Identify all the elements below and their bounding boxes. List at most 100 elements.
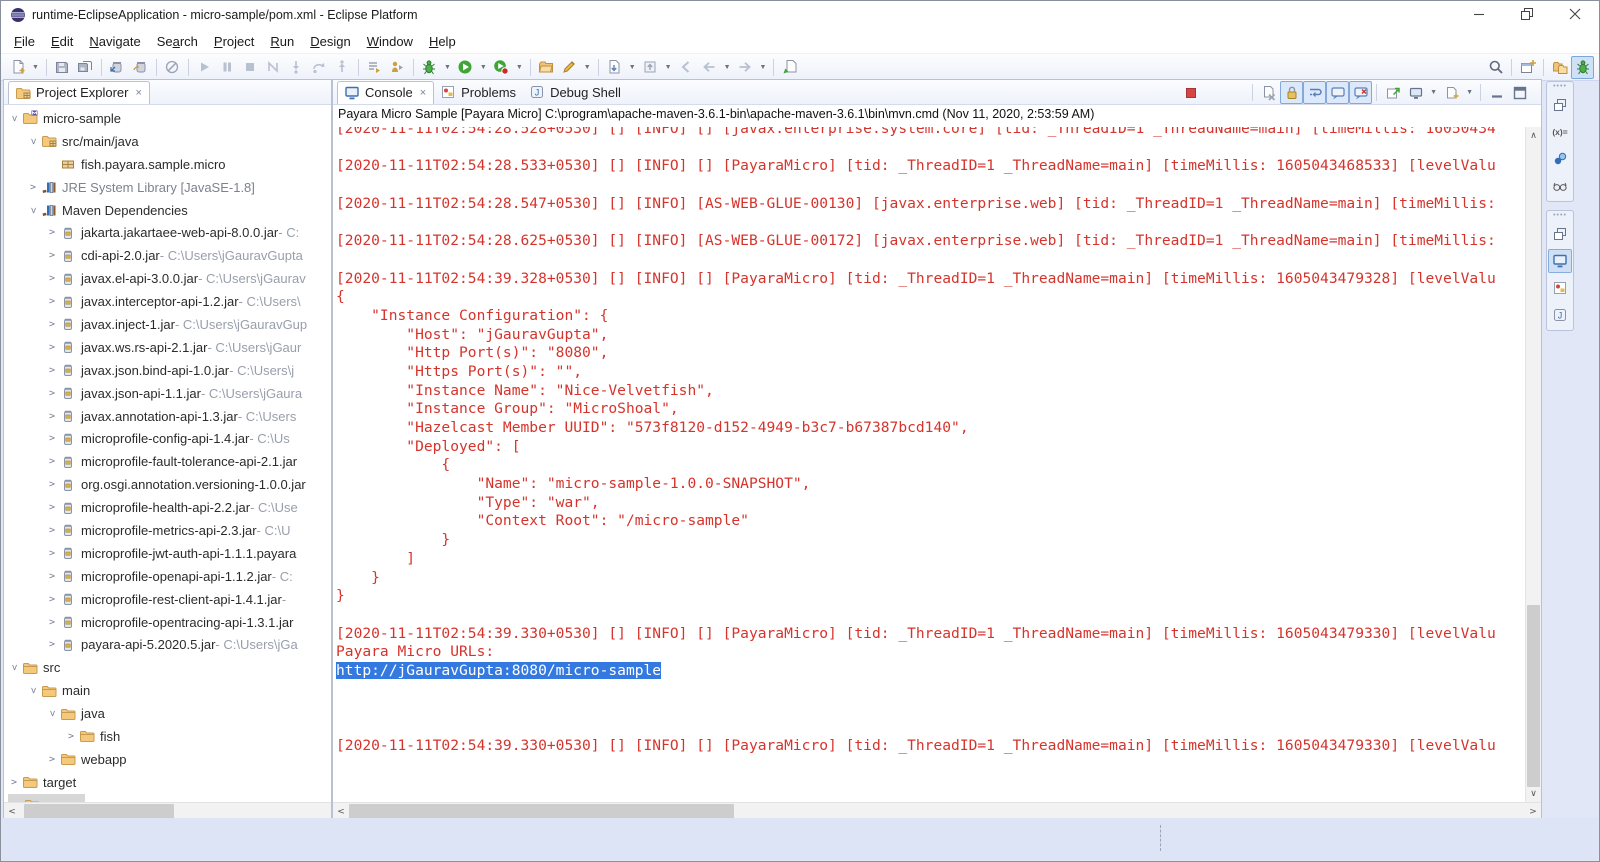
menu-navigate[interactable]: Navigate (81, 31, 148, 52)
tree-item-microprofile-config-api-1-4-jar[interactable]: >microprofile-config-api-1.4.jar - C:\Us (4, 427, 331, 450)
chevron-right-icon[interactable]: > (46, 548, 58, 559)
tab-debug-shell[interactable]: JDebug Shell (523, 81, 628, 104)
menu-run[interactable]: Run (262, 31, 302, 52)
chevron-right-icon[interactable]: > (46, 250, 58, 261)
restore-button[interactable] (1503, 1, 1551, 29)
dropdown-arrow-icon[interactable]: ▼ (29, 64, 42, 71)
chevron-right-icon[interactable]: > (46, 433, 58, 444)
chevron-right-icon[interactable]: > (46, 639, 58, 650)
open-console-icon[interactable] (1440, 81, 1463, 104)
minimize-button[interactable] (1455, 1, 1503, 29)
step-return-icon[interactable] (331, 56, 354, 79)
pin-editor-icon[interactable] (778, 56, 801, 79)
chevron-right-icon[interactable]: > (46, 273, 58, 284)
perspective-resources-icon[interactable] (1548, 56, 1571, 79)
chevron-down-icon[interactable]: > (28, 685, 39, 697)
problems-view-icon[interactable] (1548, 276, 1572, 300)
drag-handle-icon[interactable]: •••• (1547, 83, 1573, 90)
dropdown-arrow-icon[interactable]: ▼ (662, 64, 675, 71)
annotate-icon[interactable] (558, 56, 581, 79)
tree-item-fish-payara-sample-micro[interactable]: fish.payara.sample.micro (4, 153, 331, 176)
tree-item-fish[interactable]: >fish (4, 725, 331, 748)
close-icon[interactable]: × (420, 87, 426, 99)
save-all-icon[interactable] (74, 56, 97, 79)
chevron-right-icon[interactable]: > (46, 754, 58, 765)
menu-design[interactable]: Design (302, 31, 358, 52)
chevron-right-icon[interactable]: > (46, 365, 58, 376)
restore-pane-icon[interactable] (1548, 222, 1572, 246)
restore-pane-icon[interactable] (1548, 93, 1572, 117)
minimize-view-icon[interactable] (1485, 81, 1508, 104)
chevron-right-icon[interactable]: > (27, 182, 39, 193)
relaunch-icon[interactable] (386, 56, 409, 79)
chevron-right-icon[interactable]: > (46, 319, 58, 330)
tree-item-payara-api-5-2020-5-jar[interactable]: >payara-api-5.2020.5.jar - C:\Users\jGa (4, 633, 331, 656)
tab-console[interactable]: Console× (337, 81, 434, 104)
scroll-down-icon[interactable]: ∨ (1526, 788, 1541, 799)
tree-item-maven-dependencies[interactable]: >Maven Dependencies (4, 199, 331, 222)
search-icon[interactable] (1484, 56, 1507, 79)
dropdown-arrow-icon[interactable]: ▼ (441, 64, 454, 71)
chevron-down-icon[interactable]: > (9, 112, 20, 124)
chevron-down-icon[interactable]: > (9, 662, 20, 674)
show-next-edit-icon[interactable] (363, 56, 386, 79)
tab-problems[interactable]: Problems (434, 81, 523, 104)
menu-edit[interactable]: Edit (43, 31, 81, 52)
chevron-down-icon[interactable]: > (28, 135, 39, 147)
tree-item-javax-json-api-1-1-jar[interactable]: >javax.json-api-1.1.jar - C:\Users\jGaur… (4, 382, 331, 405)
drag-handle-icon[interactable]: •••• (1547, 212, 1573, 219)
console-view-icon[interactable] (1548, 249, 1572, 273)
chevron-right-icon[interactable]: > (46, 571, 58, 582)
scrollbar-thumb[interactable] (1527, 605, 1540, 787)
chevron-right-icon[interactable]: > (46, 388, 58, 399)
chevron-right-icon[interactable]: > (46, 456, 58, 467)
tree-item-jre-system-library-javase-1-8-[interactable]: >JRE System Library [JavaSE-1.8] (4, 176, 331, 199)
scroll-left-icon[interactable]: < (333, 807, 349, 817)
menu-file[interactable]: File (6, 31, 43, 52)
step-into-icon[interactable] (285, 56, 308, 79)
scroll-right-icon[interactable]: > (1525, 807, 1541, 817)
scroll-lock-icon[interactable] (1280, 81, 1303, 104)
terminate-red-icon[interactable] (1179, 81, 1202, 104)
menu-search[interactable]: Search (149, 31, 206, 52)
breakpoints-icon[interactable] (1548, 147, 1572, 171)
tree-item-javax-inject-1-jar[interactable]: >javax.inject-1.jar - C:\Users\jGauravGu… (4, 313, 331, 336)
chevron-right-icon[interactable]: > (46, 479, 58, 490)
scrollbar-thumb[interactable] (24, 804, 174, 819)
resume-icon[interactable] (193, 56, 216, 79)
tree-item-javax-json-bind-api-1-0-jar[interactable]: >javax.json.bind-api-1.0.jar - C:\Users\… (4, 359, 331, 382)
skip-breakpoints-icon[interactable] (161, 56, 184, 79)
debugshell-view-icon[interactable]: J (1548, 303, 1572, 327)
chevron-right-icon[interactable]: > (46, 411, 58, 422)
tree-item-webapp[interactable]: >webapp (4, 748, 331, 771)
menu-help[interactable]: Help (421, 31, 464, 52)
console-output-area[interactable]: [2020-11-11T02:54:28.528+0530] [] [INFO]… (333, 127, 1541, 802)
close-icon[interactable]: × (135, 87, 141, 99)
dropdown-arrow-icon[interactable]: ▼ (757, 64, 770, 71)
chevron-down-icon[interactable]: > (47, 708, 58, 720)
clear-console-icon[interactable] (1257, 81, 1280, 104)
word-wrap-icon[interactable] (1303, 81, 1326, 104)
scrollbar-thumb[interactable] (349, 804, 734, 819)
checkin-icon[interactable] (603, 56, 626, 79)
run-icon[interactable] (454, 56, 477, 79)
suspend-icon[interactable] (216, 56, 239, 79)
close-button[interactable] (1551, 1, 1599, 29)
back-icon[interactable] (698, 56, 721, 79)
chevron-right-icon[interactable]: > (65, 731, 77, 742)
tree-item-cdi-api-2-0-jar[interactable]: >cdi-api-2.0.jar - C:\Users\jGauravGupta (4, 244, 331, 267)
chevron-right-icon[interactable]: > (46, 502, 58, 513)
disconnect-icon[interactable] (262, 56, 285, 79)
tree-item-microprofile-health-api-2-2-jar[interactable]: >microprofile-health-api-2.2.jar - C:\Us… (4, 496, 331, 519)
tree-item-target[interactable]: >target (4, 771, 331, 794)
chevron-right-icon[interactable]: > (46, 227, 58, 238)
dropdown-arrow-icon[interactable]: ▼ (626, 64, 639, 71)
chevron-right-icon[interactable]: > (46, 525, 58, 536)
console-vertical-scrollbar[interactable]: ∧ ∨ (1525, 127, 1541, 802)
tree-item-microprofile-opentracing-api-1-3-1-jar[interactable]: >microprofile-opentracing-api-1.3.1.jar (4, 611, 331, 634)
dropdown-arrow-icon[interactable]: ▼ (721, 64, 734, 71)
dropdown-arrow-icon[interactable]: ▼ (513, 64, 526, 71)
maximize-view-icon[interactable] (1508, 81, 1531, 104)
remove-all-icon[interactable] (1225, 81, 1248, 104)
variables-icon[interactable]: (x)= (1548, 120, 1572, 144)
